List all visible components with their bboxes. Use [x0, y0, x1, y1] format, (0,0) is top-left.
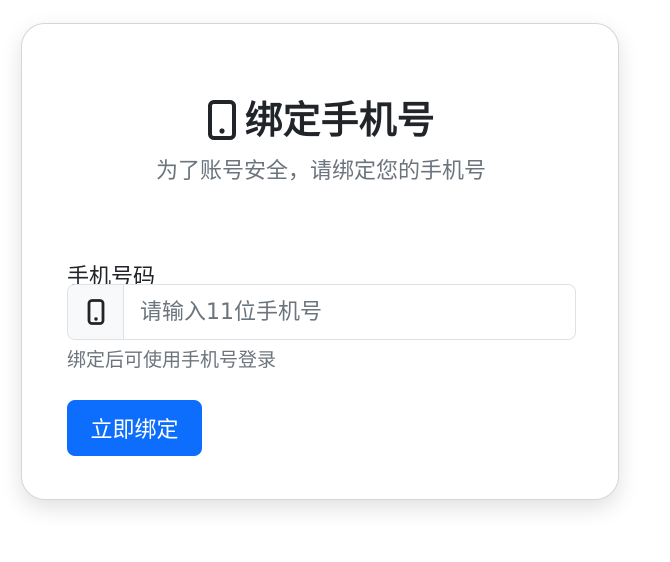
- phone-input-addon: [68, 285, 124, 339]
- bind-now-button[interactable]: 立即绑定: [67, 400, 202, 456]
- phone-input-group: [67, 284, 576, 340]
- phone-icon: [207, 100, 237, 140]
- page-title: 绑定手机号: [244, 98, 435, 142]
- bind-phone-card: 绑定手机号 为了账号安全，请绑定您的手机号 手机号码 绑定后可使用手机号登录 立…: [21, 23, 619, 500]
- phone-help-text: 绑定后可使用手机号登录: [67, 349, 277, 371]
- phone-input[interactable]: [124, 285, 575, 339]
- title-row: 绑定手机号: [22, 96, 620, 144]
- page-subtitle: 为了账号安全，请绑定您的手机号: [155, 159, 486, 184]
- phone-icon: [87, 299, 105, 325]
